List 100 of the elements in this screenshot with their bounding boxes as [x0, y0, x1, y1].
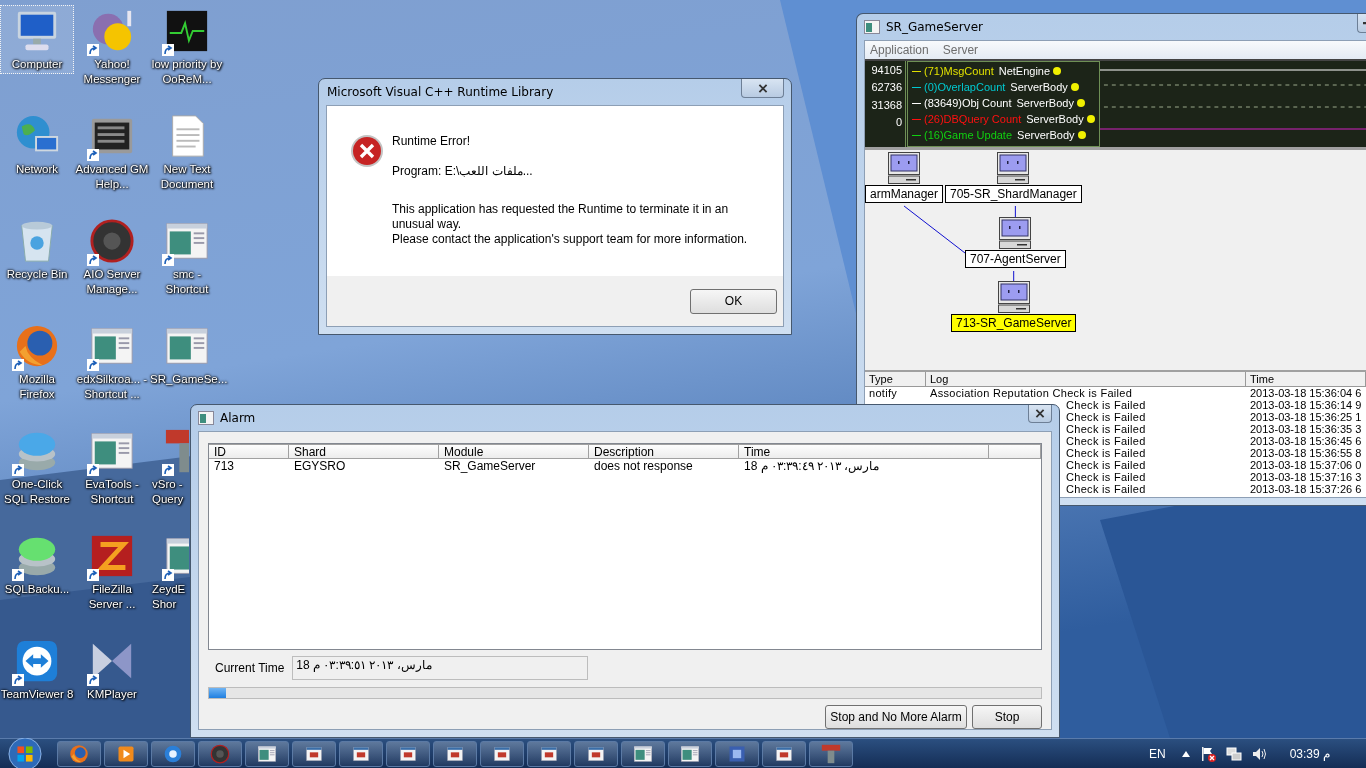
menu-item[interactable]: Server	[942, 43, 979, 57]
taskbar-button[interactable]	[762, 740, 806, 767]
dot-icon	[1053, 67, 1062, 75]
column-header[interactable]: ID	[209, 444, 289, 459]
close-icon	[757, 83, 768, 93]
taskbar-button[interactable]	[57, 740, 101, 767]
column-header[interactable]: Time	[739, 444, 989, 459]
dot-icon	[1076, 99, 1085, 107]
dot-icon	[1077, 131, 1086, 139]
close-button[interactable]	[1028, 405, 1052, 423]
taskbar-button[interactable]	[715, 740, 759, 767]
error-icon	[350, 134, 384, 168]
node-label[interactable]: armManager	[865, 185, 944, 203]
close-button[interactable]	[741, 79, 784, 98]
taskbar-button[interactable]	[574, 740, 618, 767]
table-cell-text: Check is Failed	[1065, 447, 1147, 459]
desktop-icon[interactable]: SQLBacku...	[0, 530, 74, 599]
column-header[interactable]	[989, 444, 1041, 459]
taskbar-button[interactable]	[433, 740, 477, 767]
table-cell-text: notify	[868, 387, 899, 399]
column-header[interactable]: Time	[1246, 372, 1366, 387]
column-header[interactable]: Description	[589, 444, 739, 459]
stop-button[interactable]: Stop	[972, 705, 1042, 729]
window-title: SR_GameServer	[886, 20, 984, 34]
error-message: Please contact the application's support team for more information.	[392, 232, 749, 247]
desktop-icon[interactable]: FileZilla Server ...	[75, 530, 149, 614]
disc-icon	[210, 743, 230, 764]
computer-icon	[997, 281, 1030, 313]
error-message: This application has requested the Runtime to terminate it in an unusual way.	[392, 202, 730, 232]
column-header[interactable]: Shard	[289, 444, 439, 459]
table-cell-text: does not response	[593, 459, 694, 474]
tool-icon	[821, 743, 841, 764]
legend-label: ServerBody	[1017, 129, 1075, 141]
column-header[interactable]: Module	[439, 444, 589, 459]
legend-label: ServerBody	[1026, 113, 1084, 125]
taskbar-button[interactable]	[480, 740, 524, 767]
column-header[interactable]: Type	[865, 372, 926, 387]
taskbar-button[interactable]	[386, 740, 430, 767]
minimize-icon	[1361, 21, 1366, 25]
taskbar-button[interactable]	[668, 740, 712, 767]
node-label[interactable]: 707-AgentServer	[965, 250, 1066, 268]
legend-label: (0)OverlapCount	[924, 81, 1006, 93]
table-cell-text: 2013-03-18 15:37:06 0	[1249, 459, 1363, 471]
legend-label: (16)Game Update	[924, 129, 1013, 141]
taskbar-button[interactable]	[245, 740, 289, 767]
taskbar-button[interactable]	[104, 740, 148, 767]
network-icon[interactable]	[1225, 745, 1242, 762]
axis-label: 62736	[871, 81, 902, 93]
window-icon	[864, 19, 880, 35]
desktop-icon[interactable]: KMPlayer	[75, 635, 149, 704]
window-icon	[633, 743, 653, 764]
up-arrow-icon[interactable]	[1181, 750, 1190, 757]
table-cell-text: 2013-03-18 15:36:35 3	[1249, 423, 1363, 435]
desktop-icon[interactable]: EvaTools - Shortcut	[75, 425, 149, 509]
window-icon	[257, 743, 277, 764]
table-cell-text: 2013-03-18 15:36:55 8	[1249, 447, 1363, 459]
table-cell-text: 2013-03-18 15:36:14 9	[1249, 399, 1363, 411]
desktop-icon[interactable]: One-Click SQL Restore	[0, 425, 74, 509]
node-label[interactable]: 705-SR_ShardManager	[945, 185, 1082, 203]
table-cell-text: 2013-03-18 15:37:26 6	[1249, 483, 1363, 495]
close-icon	[1035, 409, 1045, 418]
taskbar-button[interactable]	[527, 740, 571, 767]
language-indicator[interactable]: EN	[1148, 746, 1166, 761]
table-cell-text: Association Reputation Check is Failed	[929, 387, 1134, 399]
table-cell-text: 2013-03-18 15:37:16 3	[1249, 471, 1363, 483]
connector-line	[903, 205, 966, 254]
dot-icon	[1086, 115, 1095, 123]
stop-no-more-button[interactable]: Stop and No More Alarm	[825, 705, 967, 729]
taskbar-button[interactable]	[621, 740, 665, 767]
table-cell-text: Check is Failed	[1065, 483, 1147, 495]
table-cell-text: Check is Failed	[1065, 459, 1147, 471]
legend-label: ServerBody	[1016, 97, 1074, 109]
taskbar-button[interactable]	[339, 740, 383, 767]
orb-icon	[163, 743, 183, 764]
desktop-icon[interactable]: TeamViewer 8	[0, 635, 74, 704]
browser-icon	[69, 743, 89, 764]
legend-label: (71)MsgCount	[924, 65, 994, 77]
table-cell-text: 2013-03-18 15:36:04 6	[1249, 387, 1363, 399]
computer-icon	[888, 152, 920, 184]
tool-icon	[164, 428, 189, 474]
computer-icon	[999, 217, 1032, 249]
taskbar-button[interactable]	[151, 740, 195, 767]
window-title: Microsoft Visual C++ Runtime Library	[326, 85, 554, 99]
column-header[interactable]: Log	[926, 372, 1246, 387]
field-label: Current Time	[215, 661, 285, 675]
legend-label: ServerBody	[1010, 81, 1068, 93]
table-cell-text: Check is Failed	[1065, 411, 1147, 423]
flag-icon[interactable]	[1199, 745, 1216, 762]
table-cell-text: Check is Failed	[1065, 471, 1147, 483]
table-cell-text: 18 مارس، ٢٠١٣ ٠٣:٣٩:٤٩ م	[743, 459, 881, 474]
table-cell-text: 2013-03-18 15:36:45 6	[1249, 435, 1363, 447]
clock[interactable]: 03:39 م	[1289, 746, 1330, 761]
taskbar-button[interactable]	[292, 740, 336, 767]
disc-icon	[89, 218, 135, 264]
current-time-field[interactable]: 18 مارس، ٢٠١٣ ٠٣:٣٩:٥١ م	[292, 656, 589, 680]
menu-item[interactable]: Application	[870, 43, 929, 57]
ok-button[interactable]: OK	[690, 288, 777, 314]
legend-label: (26)DBQuery Count	[924, 113, 1022, 125]
node-label[interactable]: 713-SR_GameServer	[951, 314, 1077, 332]
window-icon	[198, 410, 214, 426]
